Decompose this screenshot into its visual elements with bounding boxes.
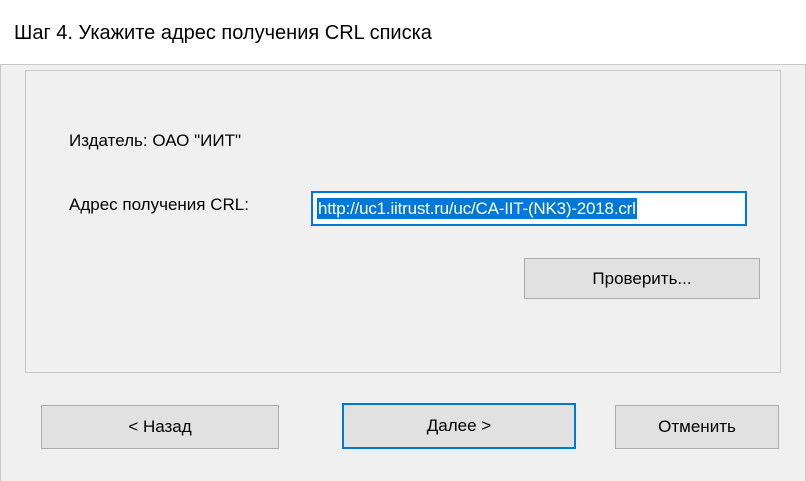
crl-address-input[interactable]: http://uc1.iitrust.ru/uc/CA-IIT-(NK3)-20… bbox=[311, 191, 747, 226]
cancel-button[interactable]: Отменить bbox=[615, 405, 779, 449]
crl-address-value[interactable]: http://uc1.iitrust.ru/uc/CA-IIT-(NK3)-20… bbox=[317, 198, 637, 219]
dialog-left-border bbox=[0, 64, 1, 481]
check-button[interactable]: Проверить... bbox=[524, 258, 760, 299]
next-button[interactable]: Далее > bbox=[342, 403, 576, 449]
dialog-header: Шаг 4. Укажите адрес получения CRL списк… bbox=[0, 0, 806, 65]
back-button[interactable]: < Назад bbox=[41, 405, 279, 449]
dialog-title: Шаг 4. Укажите адрес получения CRL списк… bbox=[14, 22, 432, 44]
publisher-label: Издатель: ОАО "ИИТ" bbox=[69, 131, 242, 150]
crl-address-label: Адрес получения CRL: bbox=[69, 195, 249, 214]
